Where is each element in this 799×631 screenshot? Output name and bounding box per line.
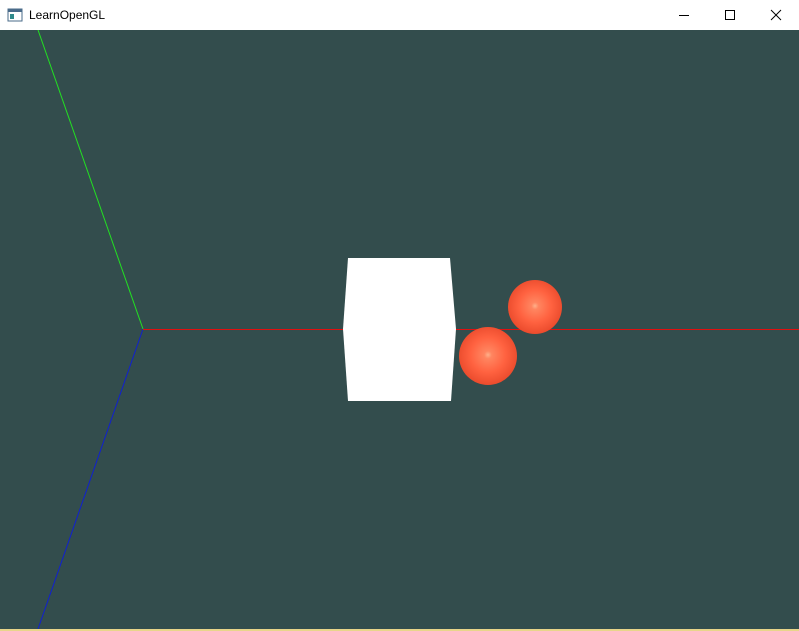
title-bar[interactable]: LearnOpenGL xyxy=(0,0,799,30)
app-window: LearnOpenGL xyxy=(0,0,799,631)
sphere-upper xyxy=(508,280,562,334)
sphere-lower xyxy=(459,327,517,385)
y-axis-line xyxy=(37,30,144,330)
minimize-button[interactable] xyxy=(661,0,707,30)
opengl-viewport[interactable] xyxy=(0,30,799,629)
minimize-icon xyxy=(678,9,690,21)
close-button[interactable] xyxy=(753,0,799,30)
app-window-icon xyxy=(7,7,23,23)
close-icon xyxy=(770,9,782,21)
window-title: LearnOpenGL xyxy=(29,8,106,22)
white-cube xyxy=(343,258,456,401)
maximize-button[interactable] xyxy=(707,0,753,30)
scene-canvas xyxy=(37,30,799,629)
z-axis-line xyxy=(37,328,144,629)
maximize-icon xyxy=(724,9,736,21)
